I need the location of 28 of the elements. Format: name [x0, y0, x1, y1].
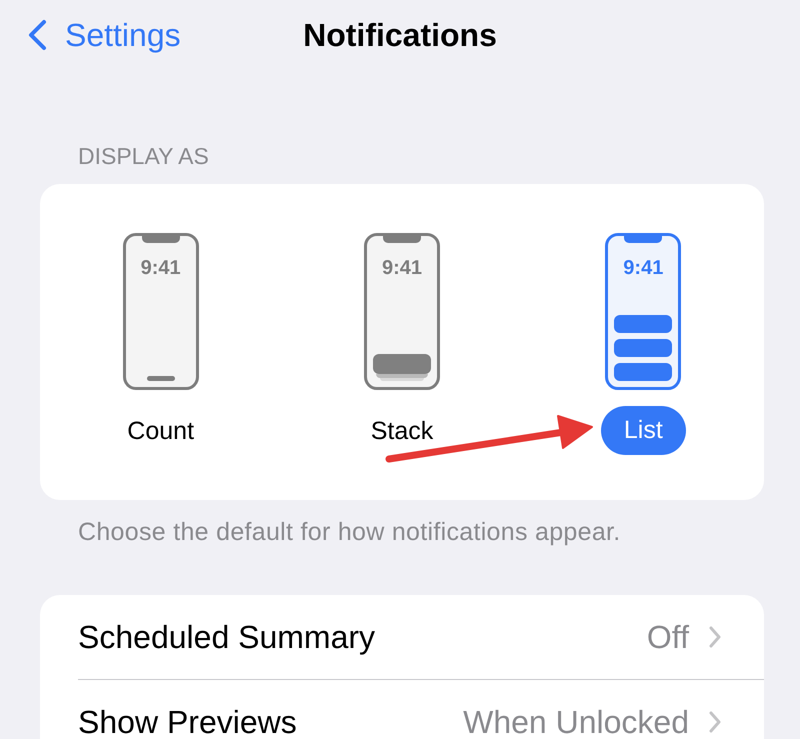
phone-notch — [142, 236, 180, 243]
section-header: DISPLAY AS — [78, 142, 209, 170]
phone-preview[interactable]: 9:41 — [122, 233, 199, 390]
lock-screen-time: 9:41 — [382, 256, 422, 280]
notification-bar — [614, 315, 672, 333]
count-indicator — [146, 376, 175, 381]
notification-bar — [614, 363, 672, 381]
phone-notch — [382, 236, 421, 243]
phone-preview[interactable]: 9:41 — [605, 233, 682, 390]
notification-bar — [614, 339, 672, 357]
phone-notch — [624, 236, 662, 243]
back-chevron-icon — [27, 19, 47, 51]
chevron-icon — [708, 626, 722, 648]
phone-preview[interactable]: 9:41 — [364, 233, 440, 390]
setting-value: When Unlocked — [463, 705, 689, 739]
notification-stack-drawing — [372, 354, 431, 381]
option-label[interactable]: Count — [127, 416, 194, 446]
back-button[interactable]: Settings — [27, 16, 181, 54]
page-title: Notifications — [303, 16, 497, 54]
setting-value: Off — [646, 620, 689, 654]
option-label[interactable]: List — [600, 406, 686, 455]
lock-screen-time: 9:41 — [140, 256, 181, 280]
option-label[interactable]: Stack — [370, 416, 434, 446]
setting-label[interactable]: Show Previews — [78, 705, 297, 739]
setting-label[interactable]: Scheduled Summary — [78, 620, 376, 654]
section-footer: Choose the default for how notifications appear. — [78, 517, 621, 547]
chevron-icon — [708, 711, 722, 733]
lock-screen-time: 9:41 — [623, 256, 664, 280]
